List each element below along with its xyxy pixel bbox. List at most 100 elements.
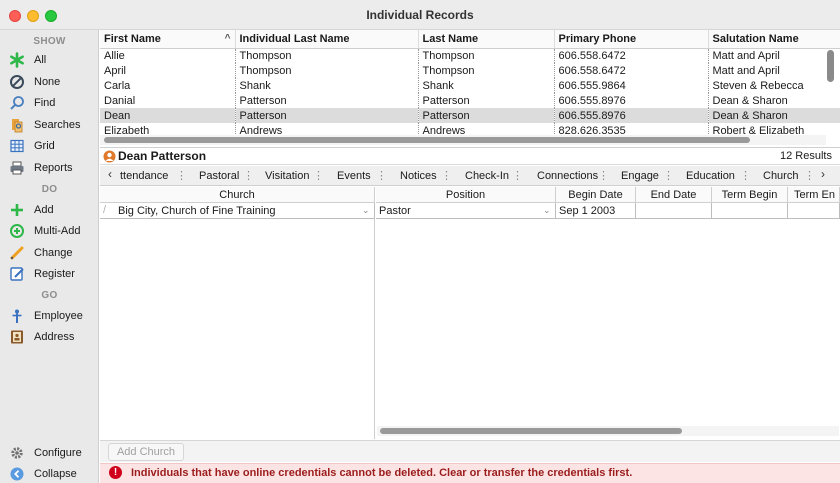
position-select[interactable]: Pastor: [376, 203, 556, 219]
cell-primary-phone: 606.558.6472: [554, 48, 709, 63]
column-header-individual-last-name[interactable]: Individual Last Name: [235, 30, 419, 49]
sidebar-item-label: All: [34, 54, 47, 66]
cell-first-name: April: [100, 63, 236, 78]
tab-scroll-right-icon[interactable]: ›: [821, 167, 825, 181]
cell-salutation-name: Steven & Rebecca: [708, 78, 840, 93]
column-header-end-date[interactable]: End Date: [636, 187, 712, 203]
sidebar-item-label: Add: [34, 204, 54, 216]
column-header-last-name[interactable]: Last Name: [418, 30, 555, 49]
cell-salutation-name: Dean & Sharon: [708, 93, 840, 108]
tab-separator: ⋮: [663, 170, 674, 182]
sidebar-item-label: None: [34, 76, 61, 88]
column-header-primary-phone[interactable]: Primary Phone: [554, 30, 709, 49]
tab-engage[interactable]: Engage: [621, 166, 659, 186]
sidebar-item-label: Multi-Add: [34, 225, 81, 237]
error-icon: !: [109, 466, 122, 479]
cell-first-name: Danial: [100, 93, 236, 108]
multi-add-icon: [8, 222, 26, 240]
column-header-begin-date[interactable]: Begin Date: [556, 187, 636, 203]
record-header: [100, 147, 840, 165]
tab-events[interactable]: Events: [337, 166, 371, 186]
sidebar-section-show: SHOW: [33, 36, 66, 47]
table-row[interactable]: Carla Shank Shank 606.555.9864 Steven & …: [100, 78, 840, 93]
records-list[interactable]: First Name ^ Individual Last Name Last Na…: [100, 30, 840, 146]
cell-individual-last-name: Patterson: [235, 108, 419, 123]
tab-separator: ⋮: [176, 170, 187, 182]
cell-individual-last-name: Thompson: [235, 63, 419, 78]
column-header-church[interactable]: Church: [100, 187, 375, 203]
tab-check-in[interactable]: Check-In: [465, 166, 509, 186]
column-header-term-end[interactable]: Term En: [788, 187, 840, 203]
tab-attendance[interactable]: ttendance: [120, 166, 168, 186]
sidebar-item-none[interactable]: None: [8, 72, 96, 92]
sidebar-item-label: Grid: [34, 140, 55, 152]
tab-pastoral[interactable]: Pastoral: [199, 166, 239, 186]
pencil-icon: [8, 244, 26, 262]
cell-primary-phone: 606.555.8976: [554, 93, 709, 108]
list-horizontal-scrollbar[interactable]: [104, 137, 750, 143]
sidebar-item-grid[interactable]: Grid: [8, 136, 96, 156]
results-count: 12 Results: [780, 150, 832, 162]
window-title: Individual Records: [366, 8, 474, 22]
prohibited-icon: [8, 73, 26, 91]
sidebar-item-all[interactable]: All: [8, 50, 96, 70]
tab-notices[interactable]: Notices: [400, 166, 437, 186]
tab-visitation[interactable]: Visitation: [265, 166, 309, 186]
add-church-button[interactable]: Add Church: [108, 443, 184, 461]
sidebar: SHOW All None Find Searches Grid Reports: [0, 30, 99, 483]
sidebar-item-add[interactable]: Add: [8, 200, 96, 220]
term-begin-field[interactable]: [712, 203, 788, 219]
column-header-label: First Name: [104, 32, 161, 45]
table-row[interactable]: Allie Thompson Thompson 606.558.6472 Mat…: [100, 48, 840, 63]
title-bar: Individual Records: [0, 0, 840, 30]
tab-separator: ⋮: [376, 170, 387, 182]
sidebar-item-configure[interactable]: Configure: [8, 443, 96, 463]
cell-primary-phone: 606.555.9864: [554, 78, 709, 93]
alert-message: Individuals that have online credentials…: [131, 467, 633, 479]
column-header-position[interactable]: Position: [376, 187, 556, 203]
cell-individual-last-name: Thompson: [235, 48, 419, 63]
sidebar-section-do: DO: [41, 184, 58, 195]
chevron-down-icon[interactable]: ⌄: [543, 205, 551, 216]
sidebar-item-multi-add[interactable]: Multi-Add: [8, 221, 96, 241]
sidebar-item-register[interactable]: Register: [8, 264, 96, 284]
plus-icon: [8, 201, 26, 219]
asterisk-icon: [8, 51, 26, 69]
employee-icon: [8, 307, 26, 325]
column-header-first-name[interactable]: First Name ^: [100, 30, 236, 49]
end-date-field[interactable]: [636, 203, 712, 219]
sidebar-item-label: Address: [34, 331, 75, 343]
tab-scroll-left-icon[interactable]: ‹: [108, 167, 112, 181]
sidebar-item-address[interactable]: Address: [8, 327, 96, 347]
list-vertical-scrollbar[interactable]: [827, 50, 834, 82]
sidebar-item-collapse[interactable]: Collapse: [8, 464, 96, 483]
chevron-down-icon[interactable]: ⌄: [362, 205, 370, 216]
tab-education[interactable]: Education: [686, 166, 735, 186]
sidebar-item-find[interactable]: Find: [8, 93, 96, 113]
table-row[interactable]: Danial Patterson Patterson 606.555.8976 …: [100, 93, 840, 108]
sidebar-item-label: Reports: [34, 162, 73, 174]
tab-church[interactable]: Church: [763, 166, 798, 186]
table-row[interactable]: April Thompson Thompson 606.558.6472 Mat…: [100, 63, 840, 78]
tab-connections[interactable]: Connections: [537, 166, 598, 186]
column-header-term-begin[interactable]: Term Begin: [712, 187, 788, 203]
sidebar-item-employee[interactable]: Employee: [8, 306, 96, 326]
sidebar-item-label: Register: [34, 268, 75, 280]
begin-date-field[interactable]: Sep 1 2003: [556, 203, 636, 219]
cell-primary-phone: 606.558.6472: [554, 63, 709, 78]
positions-horizontal-scrollbar[interactable]: [380, 428, 682, 434]
sidebar-item-reports[interactable]: Reports: [8, 158, 96, 178]
tab-separator: ⋮: [804, 170, 815, 182]
term-end-field[interactable]: [788, 203, 840, 219]
sidebar-item-searches[interactable]: Searches: [8, 115, 96, 135]
person-icon: [103, 150, 116, 166]
tab-separator: ⋮: [441, 170, 452, 182]
bottom-toolbar: [100, 440, 840, 462]
cell-individual-last-name: Patterson: [235, 93, 419, 108]
drag-handle-icon[interactable]: /: [103, 204, 106, 216]
church-select[interactable]: Big City, Church of Fine Training: [100, 203, 375, 219]
sidebar-item-label: Change: [34, 247, 73, 259]
column-header-salutation-name[interactable]: Salutation Name: [708, 30, 840, 49]
sidebar-item-change[interactable]: Change: [8, 243, 96, 263]
table-row-selected[interactable]: Dean Patterson Patterson 606.555.8976 De…: [100, 108, 840, 123]
